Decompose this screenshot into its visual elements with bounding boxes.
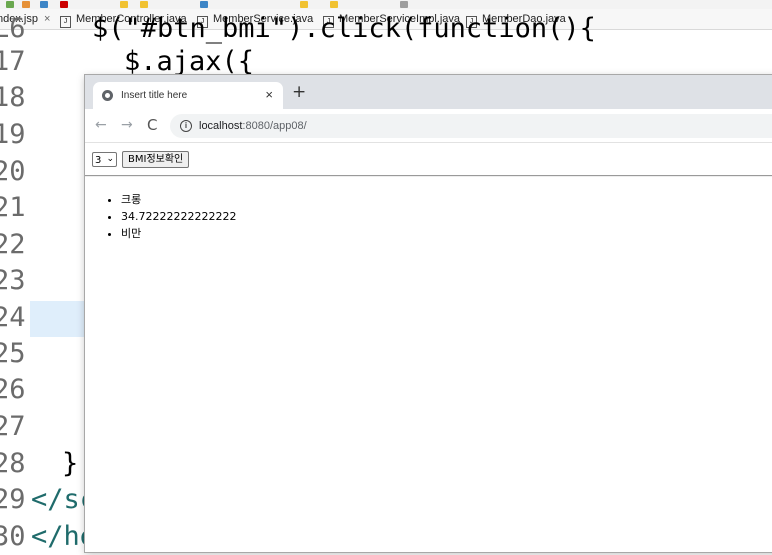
select-value: 3 xyxy=(95,155,102,166)
folder-icon[interactable] xyxy=(140,1,148,8)
line-number: 28 xyxy=(0,448,26,479)
java-file-icon: J xyxy=(60,16,71,28)
info-icon[interactable]: i xyxy=(180,120,192,132)
line-number: 18 xyxy=(0,82,26,113)
forward-arrow-icon[interactable]: → xyxy=(121,117,133,133)
toolbar-icon[interactable] xyxy=(330,1,338,8)
toolbar-icon[interactable] xyxy=(200,1,208,8)
url-path: :8080/app08/ xyxy=(242,120,307,132)
current-line-highlight xyxy=(30,301,90,337)
address-bar[interactable]: i localhost:8080/app08/ xyxy=(170,114,772,138)
line-number: 22 xyxy=(0,229,26,260)
close-icon[interactable]: × xyxy=(44,13,50,25)
list-item: 크롱 xyxy=(121,191,236,208)
close-icon[interactable]: × xyxy=(265,87,273,102)
result-list: 크롱 34.72222222222222 비만 xyxy=(107,191,236,242)
browser-window: Insert title here × + ← → C i localhost:… xyxy=(85,75,772,552)
line-number: 21 xyxy=(0,192,26,223)
toolbar-icon[interactable] xyxy=(60,1,68,8)
code-line: $("#btn_bmi").click(function(){ xyxy=(92,13,596,44)
toolbar-icon[interactable] xyxy=(40,1,48,8)
code-line: } xyxy=(62,448,79,479)
list-item: 비만 xyxy=(121,225,236,242)
line-number: 23 xyxy=(0,265,26,296)
toolbar-icon[interactable] xyxy=(300,1,308,8)
chevron-down-icon: ⌄ xyxy=(106,154,114,164)
line-number: 19 xyxy=(0,119,26,150)
reload-icon[interactable]: C xyxy=(147,116,157,134)
bmi-info-button[interactable]: BMI정보확인 xyxy=(122,151,190,168)
url-host: localhost xyxy=(199,120,243,132)
run-icon[interactable] xyxy=(6,1,14,8)
line-number: 26 xyxy=(0,374,26,405)
page-content: 3 ⌄ BMI정보확인 크롱 34.72222222222222 비만 xyxy=(85,143,772,552)
horizontal-rule xyxy=(85,175,772,177)
line-number: 17 xyxy=(0,46,26,77)
debug-icon[interactable] xyxy=(22,1,30,8)
browser-tab-strip: Insert title here × + xyxy=(85,75,772,109)
browser-toolbar: ← → C i localhost:8080/app08/ xyxy=(85,109,772,143)
globe-icon xyxy=(102,90,113,101)
line-number: 27 xyxy=(0,411,26,442)
line-number: 25 xyxy=(0,338,26,369)
list-item: 34.72222222222222 xyxy=(121,208,236,225)
line-number: L6 xyxy=(0,13,26,44)
ide-toolbar xyxy=(0,0,772,9)
back-arrow-icon[interactable]: ← xyxy=(95,117,107,133)
browser-tab[interactable]: Insert title here × xyxy=(93,82,283,109)
url-text: localhost:8080/app08/ xyxy=(199,120,307,132)
line-number: 29 xyxy=(0,484,26,515)
line-number: 30 xyxy=(0,521,26,552)
line-number: 24 xyxy=(0,302,26,333)
number-select[interactable]: 3 ⌄ xyxy=(92,152,117,167)
line-number: 20 xyxy=(0,156,26,187)
new-tab-button[interactable]: + xyxy=(292,82,306,102)
toolbar-icon[interactable] xyxy=(400,1,408,8)
folder-icon[interactable] xyxy=(120,1,128,8)
browser-tab-title: Insert title here xyxy=(121,90,188,101)
